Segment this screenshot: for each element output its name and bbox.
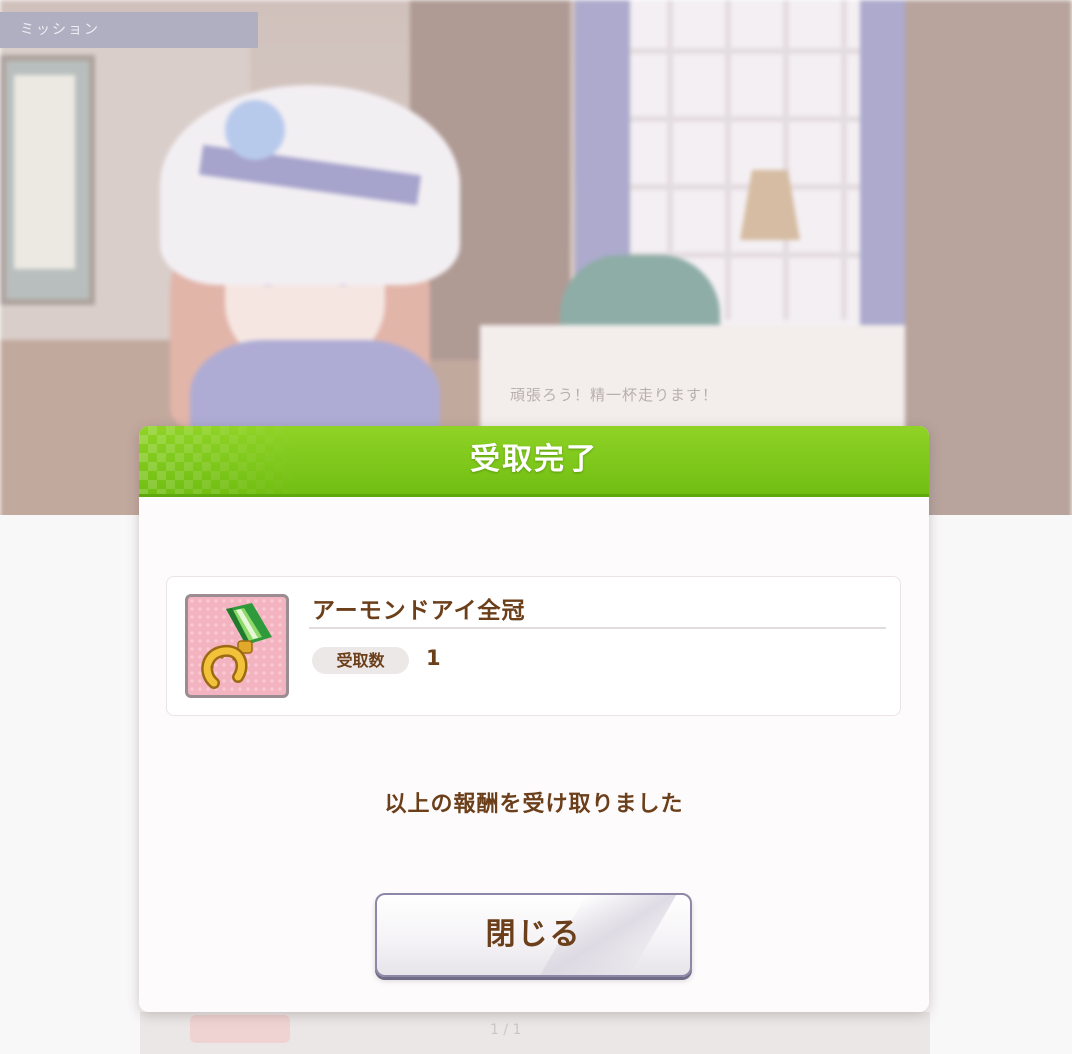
close-button-label: 閉じる	[485, 917, 582, 952]
horseshoe-medal-icon	[185, 594, 289, 698]
reward-card: アーモンドアイ全冠 受取数 1	[166, 576, 901, 716]
quantity-label-badge: 受取数	[312, 647, 409, 674]
dialog-header: 受取完了	[139, 426, 929, 497]
close-button[interactable]: 閉じる	[375, 893, 692, 977]
quantity-value: 1	[426, 646, 441, 670]
dialog-body: アーモンドアイ全冠 受取数 1 以上の報酬を受け取りました 閉じる	[139, 497, 929, 1012]
reward-received-dialog: 受取完了 アーモンドアイ全冠 受取数 1 以上の報酬を受け取りました 閉じる	[139, 426, 929, 1012]
divider	[309, 627, 886, 629]
reward-name: アーモンドアイ全冠	[312, 598, 526, 624]
dialog-title: 受取完了	[470, 442, 598, 477]
received-message: 以上の報酬を受け取りました	[384, 792, 684, 817]
